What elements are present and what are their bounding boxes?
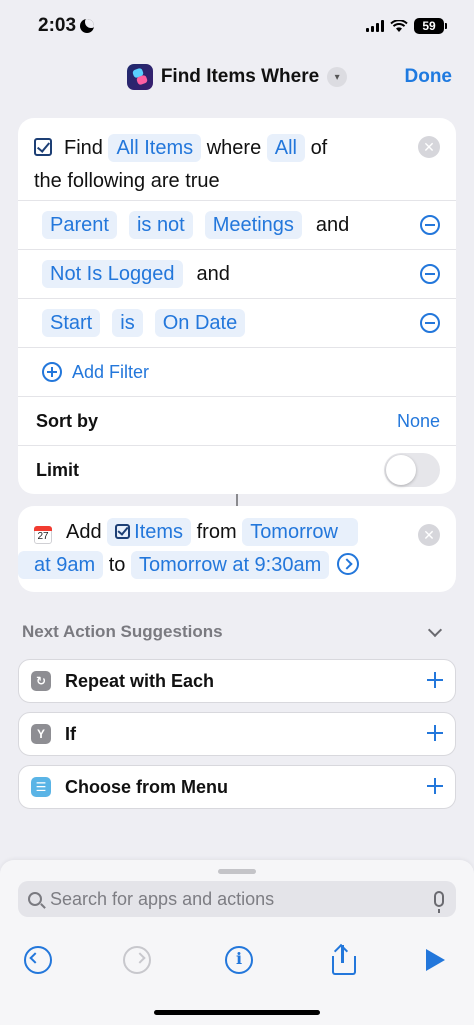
remove-filter-icon[interactable]: [420, 313, 440, 333]
search-bar[interactable]: [18, 881, 456, 917]
remove-action-icon[interactable]: ✕: [418, 524, 440, 546]
nav-title-button[interactable]: Find Items Where ▾: [126, 64, 348, 90]
where-word: where: [206, 137, 262, 159]
to-word: to: [108, 554, 126, 576]
done-button[interactable]: Done: [405, 66, 453, 88]
status-time: 2:03: [38, 15, 95, 37]
calendar-day: 27: [37, 531, 49, 542]
repeat-icon: ↻: [31, 671, 51, 691]
filter-value-chip[interactable]: Meetings: [204, 211, 302, 239]
of-word: of: [310, 137, 328, 159]
to-date-chip[interactable]: Tomorrow at 9:30am: [130, 551, 330, 579]
navigation-bar: Find Items Where ▾ Done: [0, 52, 474, 102]
sort-by-value[interactable]: None: [397, 411, 440, 432]
sort-by-row[interactable]: Sort by None: [18, 396, 456, 445]
filter-field-chip[interactable]: Parent: [42, 211, 117, 239]
run-play-icon[interactable]: [426, 949, 445, 971]
remove-action-icon[interactable]: ✕: [418, 136, 440, 158]
home-indicator: [154, 1010, 320, 1015]
reminders-checkbox-icon: [115, 524, 131, 539]
suggestion-label: Choose from Menu: [65, 776, 229, 797]
limit-row: Limit: [18, 445, 456, 494]
match-all-chip[interactable]: All: [266, 134, 305, 162]
info-icon[interactable]: i: [225, 946, 253, 974]
from-date-chip[interactable]: Tomorrow: [242, 518, 358, 546]
items-variable-label: Items: [134, 521, 184, 543]
sheet-grabber[interactable]: [218, 869, 256, 874]
shortcuts-app-icon: [126, 64, 153, 90]
chevron-down-icon: [427, 622, 443, 637]
items-variable-chip[interactable]: Items: [107, 518, 192, 546]
suggestion-repeat-with-each[interactable]: ↻ Repeat with Each: [18, 659, 456, 703]
chevron-down-icon: ▾: [327, 67, 348, 87]
suggestion-if[interactable]: Y If: [18, 712, 456, 756]
filter-row: Start is On Date: [18, 298, 456, 347]
add-plus-icon[interactable]: [427, 778, 443, 794]
actions-bottom-sheet: i: [0, 860, 474, 1025]
filter-value-chip[interactable]: On Date: [154, 309, 246, 337]
search-icon: [28, 892, 42, 906]
add-filter-label: Add Filter: [72, 361, 150, 382]
suggestion-label: If: [65, 723, 76, 744]
action-connector: [236, 494, 238, 506]
status-bar: 2:03 59: [0, 0, 474, 52]
from-date-chip-continued[interactable]: at 9am: [18, 551, 104, 579]
filter-row: Not Is Logged and: [18, 249, 456, 298]
filter-operator-chip[interactable]: is not: [128, 211, 193, 239]
calendar-icon: 27: [34, 526, 52, 544]
remove-filter-icon[interactable]: [420, 215, 440, 235]
suggestions-title: Next Action Suggestions: [22, 622, 223, 641]
microphone-icon[interactable]: [434, 891, 444, 913]
items-parameter-chip[interactable]: All Items: [108, 134, 202, 162]
filter-joiner: and: [315, 213, 350, 236]
battery-level: 59: [422, 19, 436, 33]
undo-icon[interactable]: [24, 946, 52, 974]
nav-title: Find Items Where: [160, 66, 320, 87]
find-action-header: Find All Items where All of the followin…: [18, 118, 456, 200]
search-input[interactable]: [50, 888, 434, 910]
expand-chevron-icon[interactable]: [337, 553, 360, 575]
add-calendar-action-card: 27 Add Items from Tomorrow at 9am to Tomo…: [18, 506, 456, 592]
limit-toggle[interactable]: [384, 453, 440, 487]
editor-toolbar: i: [0, 943, 474, 982]
suggestion-choose-from-menu[interactable]: ☰ Choose from Menu: [18, 765, 456, 809]
status-indicators: 59: [366, 18, 447, 34]
menu-icon: ☰: [31, 777, 51, 797]
limit-label: Limit: [36, 459, 79, 480]
remove-filter-icon[interactable]: [420, 264, 440, 284]
suggestion-label: Repeat with Each: [65, 670, 215, 691]
focus-moon-icon: [80, 19, 95, 33]
sort-by-label: Sort by: [36, 410, 99, 431]
find-items-action-card: Find All Items where All of the followin…: [18, 118, 456, 494]
suggestions-header[interactable]: Next Action Suggestions: [22, 622, 448, 642]
redo-icon[interactable]: [123, 946, 151, 974]
battery-icon: 59: [414, 18, 447, 34]
filter-operator-chip[interactable]: is: [112, 309, 143, 337]
following-true-text: the following are true: [34, 170, 220, 192]
if-icon: Y: [31, 724, 51, 744]
add-plus-icon[interactable]: [427, 672, 443, 688]
filter-row: Parent is not Meetings and: [18, 200, 456, 249]
add-plus-icon[interactable]: [427, 725, 443, 741]
plus-circle-icon: [42, 362, 62, 382]
share-icon[interactable]: [330, 943, 358, 975]
filter-field-chip[interactable]: Not Is Logged: [42, 260, 183, 288]
time-text: 2:03: [38, 15, 77, 36]
find-word: Find: [64, 137, 103, 159]
add-filter-button[interactable]: Add Filter: [18, 347, 456, 396]
add-word: Add: [66, 521, 102, 543]
wifi-icon: [390, 19, 408, 33]
cellular-signal-icon: [366, 20, 384, 32]
from-word: from: [196, 521, 237, 543]
filter-field-chip[interactable]: Start: [42, 309, 101, 337]
reminders-checkbox-icon: [34, 138, 52, 156]
filter-joiner: and: [196, 262, 230, 285]
